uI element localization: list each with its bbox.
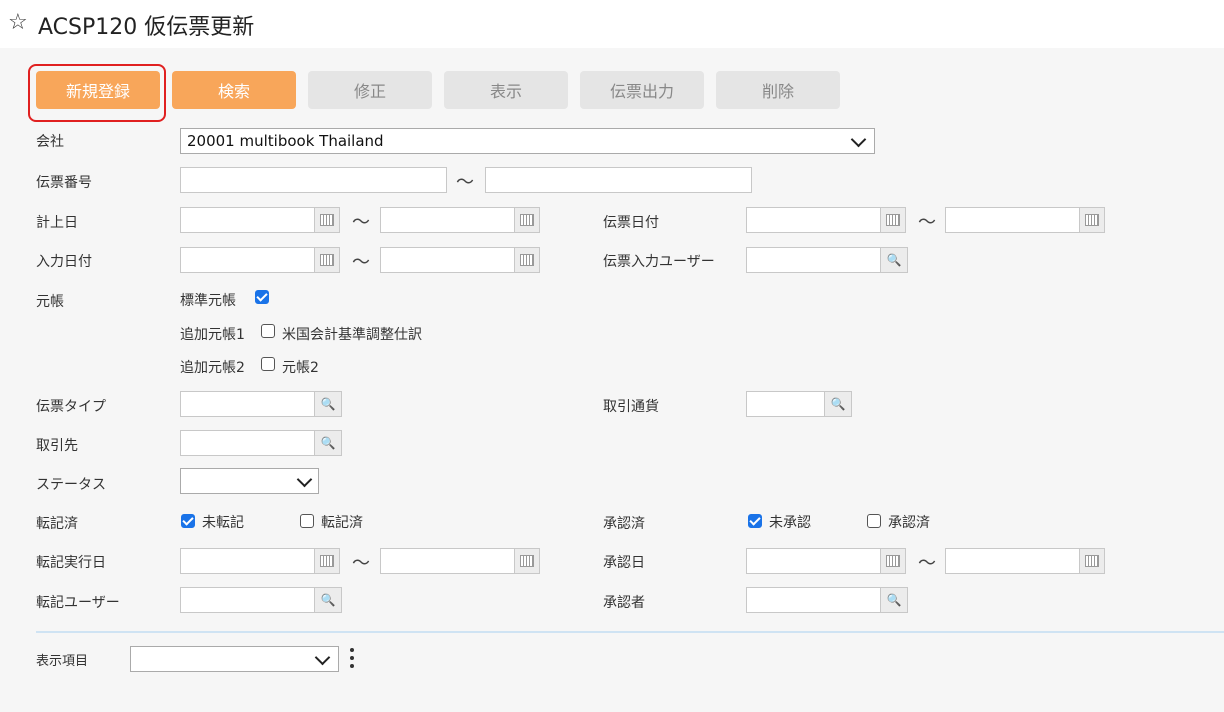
search-icon[interactable]: 🔍 <box>880 587 908 613</box>
ledger-label: 元帳 <box>36 294 64 310</box>
approved-option-label: 承認済 <box>888 515 930 531</box>
status-label: ステータス <box>36 477 106 493</box>
ledger-additional1-name: 米国会計基準調整仕訳 <box>282 327 422 343</box>
calendar-icon[interactable] <box>1079 548 1105 574</box>
chevron-down-icon <box>850 131 867 148</box>
delete-button[interactable]: 削除 <box>716 71 840 109</box>
calendar-icon[interactable] <box>514 548 540 574</box>
search-button[interactable]: 検索 <box>172 71 296 109</box>
approved-checkbox[interactable] <box>867 514 881 528</box>
posted-label: 転記済 <box>36 516 78 532</box>
voucher-number-label: 伝票番号 <box>36 175 92 191</box>
edit-button[interactable]: 修正 <box>308 71 432 109</box>
approver-input[interactable] <box>746 587 881 613</box>
unposted-option-label: 未転記 <box>202 515 244 531</box>
range-tilde: ～ <box>456 172 474 193</box>
ledger-additional1-checkbox[interactable] <box>261 324 275 338</box>
unposted-checkbox[interactable] <box>181 514 195 528</box>
posting-user-input[interactable] <box>180 587 315 613</box>
range-tilde: ～ <box>352 212 370 233</box>
chevron-down-icon <box>296 471 313 488</box>
calendar-icon[interactable] <box>880 548 906 574</box>
posting-date-label: 計上日 <box>36 215 78 231</box>
range-tilde: ～ <box>352 553 370 574</box>
posting-date-from-input[interactable] <box>180 207 315 233</box>
calendar-icon[interactable] <box>314 207 340 233</box>
range-tilde: ～ <box>352 252 370 273</box>
voucher-number-from-input[interactable] <box>180 167 447 193</box>
calendar-icon[interactable] <box>1079 207 1105 233</box>
currency-input[interactable] <box>746 391 825 417</box>
approved-label: 承認済 <box>603 516 645 532</box>
voucher-type-input[interactable] <box>180 391 315 417</box>
voucher-type-label: 伝票タイプ <box>36 399 106 415</box>
range-tilde: ～ <box>918 212 936 233</box>
ledger-additional2-label: 追加元帳2 <box>180 360 245 376</box>
calendar-icon[interactable] <box>514 207 540 233</box>
input-user-input[interactable] <box>746 247 881 273</box>
company-select[interactable]: 20001 multibook Thailand <box>180 128 875 154</box>
ledger-standard-label: 標準元帳 <box>180 293 236 309</box>
ledger-additional1-label: 追加元帳1 <box>180 327 245 343</box>
voucher-number-to-input[interactable] <box>485 167 752 193</box>
posting-date-to-input[interactable] <box>380 207 515 233</box>
view-button[interactable]: 表示 <box>444 71 568 109</box>
partner-label: 取引先 <box>36 438 78 454</box>
divider <box>36 631 1224 633</box>
status-select[interactable] <box>180 468 319 494</box>
chevron-down-icon <box>314 649 331 666</box>
input-date-from-input[interactable] <box>180 247 315 273</box>
approval-date-label: 承認日 <box>603 555 645 571</box>
range-tilde: ～ <box>918 553 936 574</box>
search-icon[interactable]: 🔍 <box>314 430 342 456</box>
posting-exec-date-to-input[interactable] <box>380 548 515 574</box>
ledger-standard-checkbox[interactable] <box>255 290 269 304</box>
ledger-additional2-checkbox[interactable] <box>261 357 275 371</box>
posting-exec-date-from-input[interactable] <box>180 548 315 574</box>
new-button[interactable]: 新規登録 <box>36 71 160 109</box>
input-date-to-input[interactable] <box>380 247 515 273</box>
page-title: ACSP120 仮伝票更新 <box>38 15 255 40</box>
posted-option-label: 転記済 <box>321 515 363 531</box>
star-icon[interactable]: ☆ <box>8 10 28 35</box>
search-icon[interactable]: 🔍 <box>314 391 342 417</box>
display-items-select[interactable] <box>130 646 339 672</box>
partner-input[interactable] <box>180 430 315 456</box>
search-icon[interactable]: 🔍 <box>314 587 342 613</box>
voucher-date-from-input[interactable] <box>746 207 881 233</box>
posting-user-label: 転記ユーザー <box>36 595 120 611</box>
ledger-additional2-name: 元帳2 <box>282 360 319 376</box>
posting-exec-date-label: 転記実行日 <box>36 555 106 571</box>
input-user-label: 伝票入力ユーザー <box>603 254 715 270</box>
calendar-icon[interactable] <box>880 207 906 233</box>
approver-label: 承認者 <box>603 595 645 611</box>
display-items-label: 表示項目 <box>36 654 89 669</box>
approval-date-from-input[interactable] <box>746 548 881 574</box>
voucher-date-to-input[interactable] <box>945 207 1080 233</box>
input-date-label: 入力日付 <box>36 254 92 270</box>
unapproved-checkbox[interactable] <box>748 514 762 528</box>
calendar-icon[interactable] <box>514 247 540 273</box>
search-icon[interactable]: 🔍 <box>880 247 908 273</box>
search-icon[interactable]: 🔍 <box>824 391 852 417</box>
voucher-date-label: 伝票日付 <box>603 215 659 231</box>
posted-checkbox[interactable] <box>300 514 314 528</box>
print-voucher-button[interactable]: 伝票出力 <box>580 71 704 109</box>
company-label: 会社 <box>36 134 64 150</box>
company-select-value: 20001 multibook Thailand <box>187 132 384 150</box>
approval-date-to-input[interactable] <box>945 548 1080 574</box>
currency-label: 取引通貨 <box>603 399 659 415</box>
unapproved-option-label: 未承認 <box>769 515 811 531</box>
more-options-icon[interactable] <box>350 648 354 672</box>
title-bar: ☆ ACSP120 仮伝票更新 <box>0 0 1224 48</box>
calendar-icon[interactable] <box>314 548 340 574</box>
calendar-icon[interactable] <box>314 247 340 273</box>
